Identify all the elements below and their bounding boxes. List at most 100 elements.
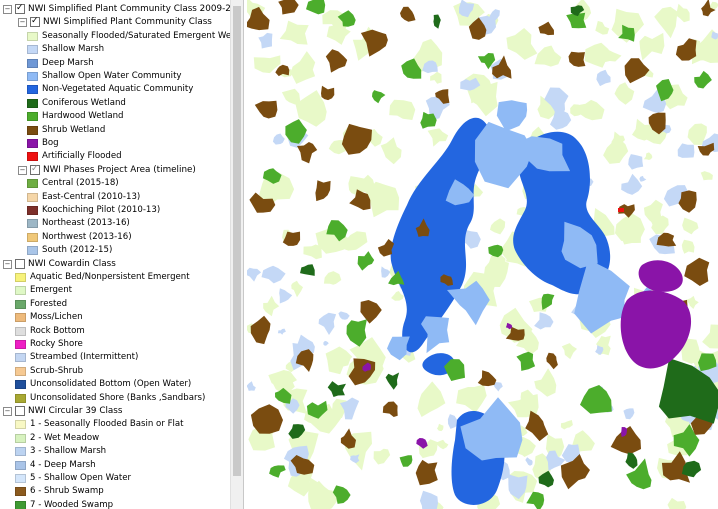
coniferous-wetland-patch (625, 452, 638, 469)
layer-visibility-checkbox[interactable] (30, 15, 40, 28)
shrub-wetland-patch (656, 232, 677, 247)
legend-label: Scrub-Shrub (30, 365, 84, 376)
emergent-patch (437, 423, 444, 432)
emergent-patch (675, 3, 690, 23)
layer-name: NWI Cowardin Class (28, 258, 116, 269)
emergent-patch (595, 20, 610, 35)
legend-item: Forested (0, 298, 231, 311)
legend-swatch (15, 460, 26, 470)
emergent-patch (560, 420, 573, 430)
layer-visibility-checkbox[interactable] (15, 406, 25, 416)
shrub-wetland-patch (254, 100, 278, 119)
emergent-patch (506, 28, 538, 60)
legend-label: Non-Vegetated Aquatic Community (42, 84, 194, 95)
collapse-toggle[interactable]: − (18, 165, 27, 175)
legend-label: 1 - Seasonally Flooded Basin or Flat (30, 419, 184, 430)
legend-swatch (27, 152, 38, 162)
emergent-patch (654, 6, 678, 39)
legend-item: 6 - Shrub Swamp (0, 485, 231, 498)
legend-item: Unconsolidated Shore (Banks ,Sandbars) (0, 392, 231, 405)
shallow-marsh-patch (261, 265, 286, 284)
bog-patch (638, 260, 683, 292)
legend-label: Unconsolidated Shore (Banks ,Sandbars) (30, 392, 206, 403)
legend-swatch (27, 219, 38, 229)
shallow-marsh-patch (621, 173, 643, 195)
hardwood-wetland-patch (694, 70, 712, 89)
shallow-marsh-patch (381, 266, 391, 278)
legend-item: 3 - Shallow Marsh (0, 445, 231, 458)
legend-swatch (15, 393, 26, 403)
shallow-marsh-patch (323, 340, 329, 346)
shallow-marsh-patch (272, 133, 285, 145)
shrub-wetland-patch (492, 55, 512, 79)
legend-swatch (27, 125, 38, 135)
legend-item: 1 - Seasonally Flooded Basin or Flat (0, 418, 231, 431)
layer-visibility-checkbox[interactable] (30, 163, 40, 175)
emergent-patch (456, 384, 487, 413)
legend-item: Streambed (Intermittent) (0, 351, 231, 364)
emergent-patch (682, 217, 699, 235)
coniferous-wetland-patch (433, 14, 441, 29)
emergent-patch (561, 343, 577, 360)
toc-layer-row[interactable]: − NWI Phases Project Area (timeline) (0, 163, 231, 177)
shallow-marsh-patch (639, 175, 647, 182)
legend-swatch (27, 45, 38, 55)
collapse-toggle[interactable]: − (18, 18, 27, 28)
shrub-wetland-patch (415, 459, 438, 486)
toc-layer-row[interactable]: − NWI Cowardin Class (0, 258, 231, 271)
legend-swatch (27, 72, 38, 81)
legend-swatch (15, 299, 26, 309)
arcmap-window: −NWI Simplified Plant Community Class 20… (0, 0, 718, 509)
toc-scrollbar[interactable] (230, 0, 243, 509)
shrub-wetland-patch (377, 239, 395, 257)
shallow-marsh-patch (525, 457, 533, 466)
scrollbar-thumb[interactable] (233, 6, 241, 476)
map-view[interactable] (247, 0, 718, 509)
legend-item: 4 - Deep Marsh (0, 459, 231, 472)
legend-swatch (27, 31, 38, 41)
legend-label: Shallow Open Water Community (42, 71, 182, 81)
toc-layer-row[interactable]: − NWI Simplified Plant Community Class 20… (0, 2, 231, 16)
legend-swatch (27, 232, 38, 242)
collapse-toggle[interactable]: − (3, 407, 12, 416)
collapse-toggle[interactable]: − (3, 259, 12, 269)
shallow-marsh-patch (596, 69, 611, 87)
legend-label: Aquatic Bed/Nonpersistent Emergent (30, 272, 190, 282)
shrub-wetland-patch (278, 0, 299, 15)
legend-label: Northwest (2013-16) (42, 231, 132, 242)
emergent-patch (279, 20, 309, 45)
emergent-patch (686, 295, 699, 309)
bog-patch (620, 290, 692, 369)
legend-label: Central (2015-18) (42, 178, 119, 189)
emergent-patch (700, 171, 713, 181)
shallow-marsh-patch (534, 312, 554, 330)
shrub-wetland-patch (340, 428, 356, 449)
layer-visibility-checkbox[interactable] (15, 2, 25, 14)
legend-item: Scrub-Shrub (0, 365, 231, 378)
legend-item: Shrub Wetland (0, 124, 231, 137)
legend-label: Hardwood Wetland (42, 111, 124, 122)
toc-layer-row[interactable]: − NWI Circular 39 Class (0, 405, 231, 418)
legend-swatch (15, 286, 26, 296)
hardwood-wetland-patch (541, 293, 555, 310)
emergent-patch (417, 381, 446, 417)
toc-layer-row[interactable]: − NWI Simplified Plant Community Class (0, 15, 231, 29)
shrub-wetland-patch (297, 142, 318, 164)
collapse-toggle[interactable]: − (3, 5, 12, 14)
coniferous-wetland-patch (300, 264, 315, 276)
emergent-patch (614, 82, 635, 105)
hardwood-wetland-patch (399, 455, 413, 467)
hardwood-wetland-patch (580, 385, 612, 414)
coniferous-wetland-patch (327, 381, 346, 397)
legend-label: Shrub Wetland (42, 124, 106, 135)
hardwood-wetland-patch (357, 251, 375, 271)
shallow-marsh-patch (677, 143, 695, 158)
layer-visibility-checkbox[interactable] (15, 258, 25, 269)
wetland-map[interactable] (247, 0, 718, 509)
shallow-water-band (496, 100, 528, 132)
legend-item: Artificially Flooded (0, 150, 231, 163)
shallow-marsh-patch (318, 312, 337, 335)
legend-label: Unconsolidated Bottom (Open Water) (30, 379, 192, 390)
legend-swatch (15, 420, 26, 430)
legend-item: Aquatic Bed/Nonpersistent Emergent (0, 271, 231, 284)
